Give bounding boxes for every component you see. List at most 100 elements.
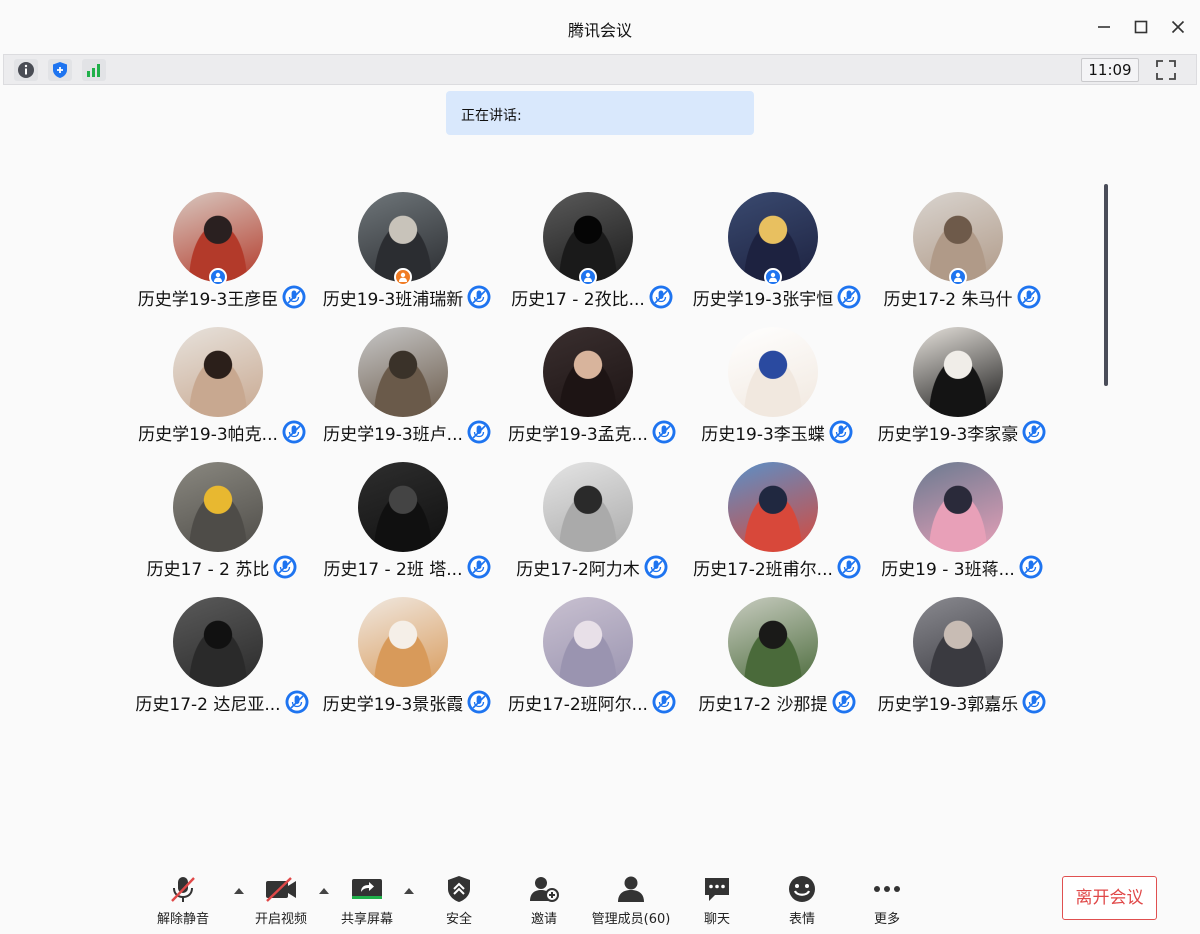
mic-muted-icon xyxy=(282,420,306,444)
participant-tile[interactable]: 历史17 - 2 苏比 xyxy=(127,450,307,580)
participant-tile[interactable]: 历史17-2 沙那提 xyxy=(682,585,862,715)
meeting-clock: 11:09 xyxy=(1081,58,1139,82)
participant-name: 历史学19-3班卢... xyxy=(323,424,463,445)
share-screen-button[interactable]: 共享屏幕 xyxy=(327,874,407,927)
participant-name: 历史学19-3帕克... xyxy=(138,424,278,445)
participant-avatar xyxy=(728,462,818,552)
meeting-info-button[interactable] xyxy=(14,59,38,81)
fullscreen-button[interactable] xyxy=(1155,59,1177,81)
participant-name: 历史17 - 2孜比... xyxy=(511,289,645,310)
participant-name-row: 历史17-2阿力木 xyxy=(497,554,687,580)
participant-avatar xyxy=(913,327,1003,417)
share-options-caret-icon[interactable] xyxy=(403,885,415,895)
participant-tile[interactable]: 历史学19-3班卢... xyxy=(312,315,492,445)
share-screen-icon xyxy=(352,879,382,899)
status-bar: 11:09 xyxy=(3,54,1197,85)
mic-muted-icon xyxy=(837,285,861,309)
security-shield-icon xyxy=(448,876,470,902)
mic-muted-icon xyxy=(467,285,491,309)
participant-tile[interactable]: 历史学19-3孟克... xyxy=(497,315,677,445)
title-bar: 腾讯会议 xyxy=(0,0,1200,54)
participant-name: 历史17 - 2 苏比 xyxy=(146,559,270,580)
participant-tile[interactable]: 历史17-2阿力木 xyxy=(497,450,677,580)
participant-name-row: 历史学19-3班卢... xyxy=(312,419,502,445)
participant-tile[interactable]: 历史19-3班浦瑞新 xyxy=(312,180,492,310)
participant-tile[interactable]: 历史17-2 朱马什 xyxy=(867,180,1047,310)
share-screen-label: 共享屏幕 xyxy=(340,912,393,927)
maximize-button[interactable] xyxy=(1130,16,1152,38)
participant-name: 历史17-2 达尼亚... xyxy=(135,694,281,715)
fullscreen-icon xyxy=(1156,60,1176,80)
mic-muted-icon xyxy=(829,420,853,444)
participant-name: 历史17 - 2班 塔... xyxy=(323,559,463,580)
participant-name-row: 历史19-3李玉蝶 xyxy=(682,419,872,445)
chat-button[interactable]: 聊天 xyxy=(677,874,757,927)
emoji-label: 表情 xyxy=(788,912,815,927)
participant-name: 历史学19-3张宇恒 xyxy=(692,289,834,310)
participant-avatar xyxy=(358,597,448,687)
security-button[interactable]: 安全 xyxy=(419,874,499,927)
participant-name: 历史17-2 朱马什 xyxy=(883,289,1013,310)
participant-avatar xyxy=(358,462,448,552)
participant-name: 历史17-2班甫尔... xyxy=(693,559,833,580)
chat-icon xyxy=(705,878,729,901)
participant-tile[interactable]: 历史学19-3郭嘉乐 xyxy=(867,585,1047,715)
minimize-icon xyxy=(1098,26,1110,28)
mic-muted-icon xyxy=(652,420,676,444)
mic-muted-icon xyxy=(652,690,676,714)
mic-muted-icon xyxy=(282,285,306,309)
participant-name: 历史学19-3郭嘉乐 xyxy=(877,694,1019,715)
participant-avatar xyxy=(543,462,633,552)
participant-name: 历史17-2班阿尔... xyxy=(508,694,648,715)
leave-meeting-button[interactable]: 离开会议 xyxy=(1062,876,1157,920)
participant-tile[interactable]: 历史17 - 2孜比... xyxy=(497,180,677,310)
participant-tile[interactable]: 历史学19-3王彦臣 xyxy=(127,180,307,310)
chat-label: 聊天 xyxy=(703,912,730,927)
participant-tile[interactable]: 历史17-2班阿尔... xyxy=(497,585,677,715)
participant-tile[interactable]: 历史学19-3景张霞 xyxy=(312,585,492,715)
participant-name: 历史学19-3李家豪 xyxy=(877,424,1019,445)
participant-tile[interactable]: 历史学19-3张宇恒 xyxy=(682,180,862,310)
participant-name: 历史学19-3孟克... xyxy=(508,424,648,445)
participant-tile[interactable]: 历史19-3李玉蝶 xyxy=(682,315,862,445)
participant-name-row: 历史19-3班浦瑞新 xyxy=(312,284,502,310)
participant-tile[interactable]: 历史学19-3帕克... xyxy=(127,315,307,445)
participant-avatar xyxy=(358,327,448,417)
window-title: 腾讯会议 xyxy=(567,21,632,40)
participant-name: 历史学19-3王彦臣 xyxy=(137,289,279,310)
participant-tile[interactable]: 历史17-2 达尼亚... xyxy=(127,585,309,715)
participant-tile[interactable]: 历史19 - 3班蒋... xyxy=(867,450,1047,580)
participant-tile[interactable]: 历史17 - 2班 塔... xyxy=(312,450,492,580)
more-button[interactable]: 更多 xyxy=(847,874,927,927)
members-icon xyxy=(618,876,644,902)
start-video-button[interactable]: 开启视频 xyxy=(241,874,321,927)
minimize-button[interactable] xyxy=(1093,16,1115,38)
unmute-label: 解除静音 xyxy=(156,912,209,927)
emoji-button[interactable]: 表情 xyxy=(762,874,842,927)
participant-avatar xyxy=(913,597,1003,687)
participant-name-row: 历史17-2 达尼亚... xyxy=(127,689,317,715)
participant-tile[interactable]: 历史学19-3李家豪 xyxy=(867,315,1047,445)
encryption-button[interactable] xyxy=(48,59,72,81)
meeting-toolbar: 解除静音 开启视频 共享屏幕 安全 邀请 管理成员(60) 聊天 表情 更多 离… xyxy=(0,860,1200,934)
invite-user-icon xyxy=(530,877,559,902)
mic-muted-icon xyxy=(1017,285,1040,309)
network-quality-button[interactable] xyxy=(82,59,106,81)
more-dots-icon xyxy=(874,886,900,892)
close-button[interactable] xyxy=(1167,16,1189,38)
start-video-label: 开启视频 xyxy=(254,912,307,927)
participant-avatar xyxy=(728,597,818,687)
mic-muted-icon xyxy=(644,555,668,579)
mic-muted-icon xyxy=(171,877,195,902)
unmute-button[interactable]: 解除静音 xyxy=(143,874,223,927)
mic-muted-icon xyxy=(1022,690,1046,714)
grid-scrollbar[interactable] xyxy=(1104,184,1108,386)
participant-avatar xyxy=(543,597,633,687)
participant-name: 历史17-2 沙那提 xyxy=(698,694,828,715)
participant-avatar xyxy=(913,462,1003,552)
participant-tile[interactable]: 历史17-2班甫尔... xyxy=(682,450,862,580)
invite-button[interactable]: 邀请 xyxy=(504,874,584,927)
mic-muted-icon xyxy=(832,690,855,714)
manage-members-button[interactable]: 管理成员(60) xyxy=(586,874,676,927)
participant-name: 历史19-3李玉蝶 xyxy=(701,424,825,445)
